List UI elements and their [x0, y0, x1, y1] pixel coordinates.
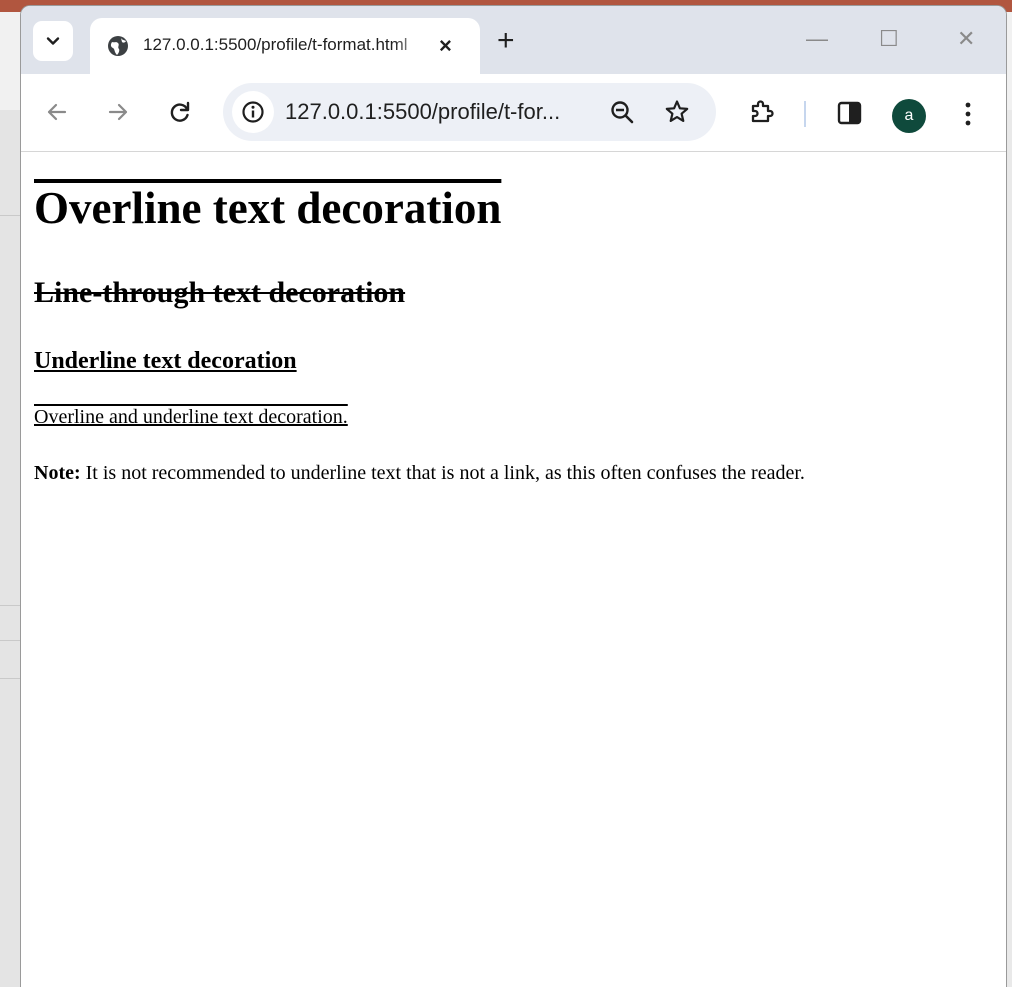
line-through-heading: Line-through text decoration [34, 276, 406, 309]
maximize-button[interactable]: ☐ [879, 24, 899, 54]
underline-heading: Underline text decoration [34, 348, 297, 374]
chevron-down-icon [46, 37, 60, 45]
close-window-button[interactable]: ✕ [957, 24, 975, 54]
forward-arrow-icon[interactable] [104, 98, 132, 126]
overline-heading: Overline text decoration [34, 183, 502, 233]
note-label: Note: [34, 462, 81, 484]
zoom-out-icon[interactable] [608, 98, 636, 126]
globe-icon [108, 36, 128, 56]
back-arrow-icon[interactable] [43, 98, 71, 126]
bookmark-star-icon[interactable] [663, 98, 691, 126]
overline-underline-paragraph: Overline and underline text decoration. [34, 406, 348, 428]
address-bar[interactable]: 127.0.0.1:5500/profile/t-for... [223, 83, 716, 141]
site-info-button[interactable] [232, 91, 274, 133]
profile-avatar[interactable]: a [892, 99, 926, 133]
new-tab-button[interactable]: + [497, 26, 515, 56]
more-menu-icon[interactable] [954, 100, 982, 128]
side-panel-icon[interactable] [836, 99, 864, 127]
tab-strip: 127.0.0.1:5500/profile/t-format.html × +… [21, 6, 1006, 74]
toolbar-separator [804, 101, 806, 127]
browser-toolbar: 127.0.0.1:5500/profile/t-for... a [21, 74, 1006, 152]
tab-search-button[interactable] [33, 21, 73, 61]
reload-icon[interactable] [166, 98, 194, 126]
note-text: It is not recommended to underline text … [80, 462, 805, 484]
minimize-button[interactable]: — [806, 24, 828, 54]
extensions-puzzle-icon[interactable] [748, 97, 776, 125]
browser-window: 127.0.0.1:5500/profile/t-format.html × +… [21, 6, 1006, 987]
active-tab[interactable]: 127.0.0.1:5500/profile/t-format.html × [90, 18, 480, 74]
page-content: Overline text decoration Line-through te… [21, 152, 1006, 987]
note-paragraph: Note: It is not recommended to underline… [34, 458, 805, 488]
close-tab-icon[interactable]: × [439, 34, 452, 58]
tab-title: 127.0.0.1:5500/profile/t-format.html [143, 35, 408, 54]
info-icon [242, 101, 264, 123]
url-text[interactable]: 127.0.0.1:5500/profile/t-for... [285, 99, 560, 125]
